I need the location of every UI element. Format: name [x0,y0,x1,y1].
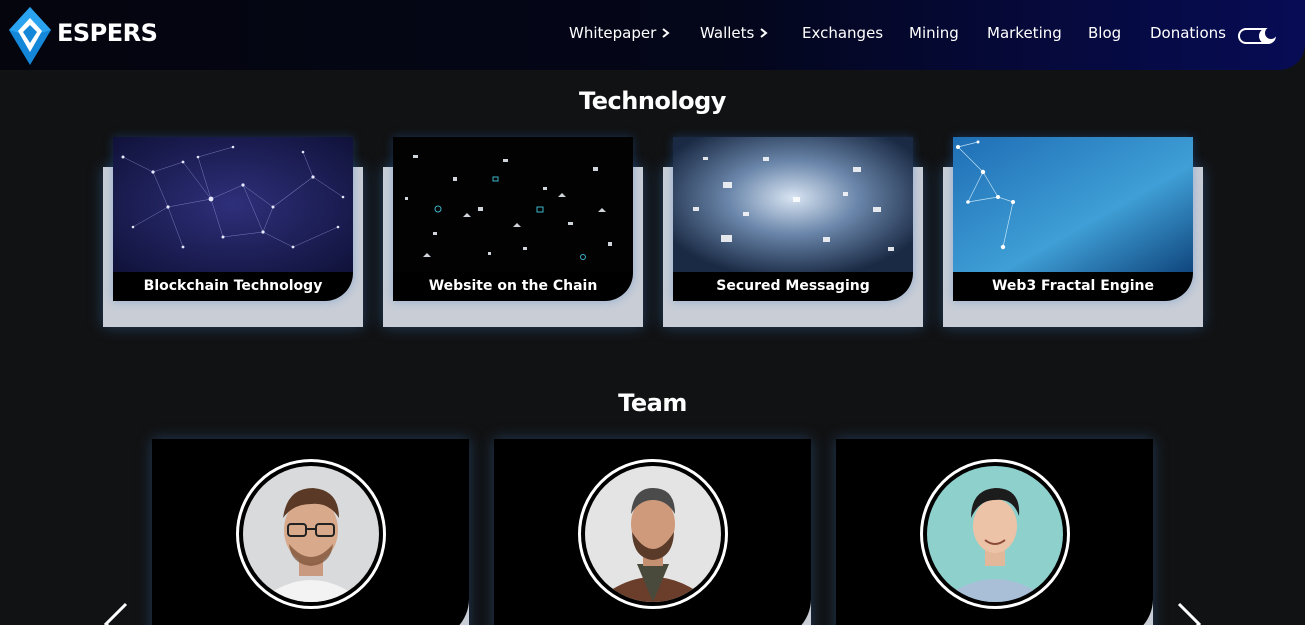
brand-name[interactable]: ESPERS [57,19,158,47]
tech-card-label: Website on the Chain [393,272,633,301]
tech-card-inner: Website on the Chain [393,137,633,301]
team-member-card[interactable] [836,439,1153,625]
team-title: Team [618,389,687,417]
tech-card-label: Blockchain Technology [113,272,353,301]
moon-icon [1265,27,1277,39]
member-smiling-portrait [927,466,1063,602]
team-card-inner [494,439,811,625]
nav-item-whitepaper[interactable]: Whitepaper [569,24,670,42]
message-cloud-image [673,137,913,272]
network-constellation-image [113,137,353,272]
nav-item-blog[interactable]: Blog [1088,24,1121,42]
nav-item-marketing[interactable]: Marketing [987,24,1062,42]
tech-card-blockchain[interactable]: Blockchain Technology [103,137,363,327]
chevron-left-icon[interactable] [100,602,130,625]
nav-label-wallets: Wallets [700,24,755,42]
theme-toggle[interactable] [1238,27,1278,45]
avatar-ring [236,459,386,609]
nav-label-exchanges: Exchanges [802,24,884,42]
tech-card-inner: Web3 Fractal Engine [953,137,1193,301]
team-card-inner [152,439,469,625]
nav-label-mining: Mining [909,24,959,42]
technology-title: Technology [579,87,726,115]
team-card-inner [836,439,1153,625]
member-glasses-portrait [243,466,379,602]
team-member-card[interactable] [494,439,811,625]
avatar-ring [578,459,728,609]
tech-card-inner: Secured Messaging [673,137,913,301]
chevron-right-icon [662,28,670,38]
member-beard-portrait [585,466,721,602]
chevron-right-icon[interactable] [1175,602,1205,625]
nav-item-mining[interactable]: Mining [909,24,959,42]
nav-item-wallets[interactable]: Wallets [700,24,768,42]
top-navbar: ESPERS Whitepaper Wallets Exchanges Mini… [0,0,1305,70]
nav-item-donations[interactable]: Donations [1150,24,1226,42]
espers-diamond-logo-icon[interactable] [8,6,52,66]
team-member-card[interactable] [152,439,469,625]
avatar-ring [920,459,1070,609]
nav-label-donations: Donations [1150,24,1226,42]
blue-network-image [953,137,1193,272]
floating-icons-image [393,137,633,272]
chevron-right-icon [760,28,768,38]
nav-label-marketing: Marketing [987,24,1062,42]
page: ESPERS Whitepaper Wallets Exchanges Mini… [0,0,1305,625]
tech-card-fractal[interactable]: Web3 Fractal Engine [943,137,1203,327]
nav-item-exchanges[interactable]: Exchanges [802,24,883,42]
tech-card-label: Secured Messaging [673,272,913,301]
tech-card-label: Web3 Fractal Engine [953,272,1193,301]
nav-label-whitepaper: Whitepaper [569,24,657,42]
tech-card-messaging[interactable]: Secured Messaging [663,137,923,327]
nav-label-blog: Blog [1088,24,1122,42]
tech-card-inner: Blockchain Technology [113,137,353,301]
tech-card-website[interactable]: Website on the Chain [383,137,643,327]
